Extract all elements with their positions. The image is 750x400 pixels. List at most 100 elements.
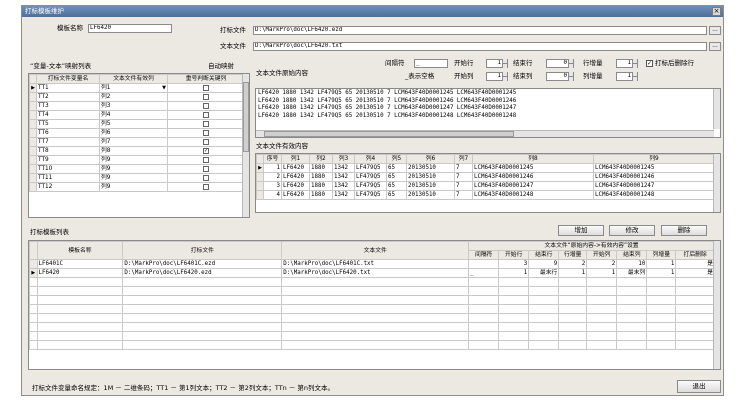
- valid-cell[interactable]: 65: [386, 190, 407, 200]
- row-indicator[interactable]: [29, 119, 37, 129]
- mapping-row[interactable]: TT10 列9: [29, 164, 245, 174]
- valid-cell[interactable]: LF479Q5: [354, 172, 387, 182]
- row-indicator[interactable]: [29, 110, 37, 120]
- valid-cell[interactable]: 1342: [332, 172, 355, 182]
- mapping-var-cell[interactable]: TT9: [36, 155, 100, 165]
- print-file-browse-button[interactable]: ...: [709, 26, 721, 35]
- valid-header-cell[interactable]: 列2: [309, 154, 333, 164]
- mapping-var-cell[interactable]: TT3: [36, 101, 100, 111]
- template-cell-sr[interactable]: 3: [498, 259, 530, 269]
- valid-row[interactable]: 3 LF6420 1880 1342 LF479Q5 65 20130510 7 LCM643F…: [256, 181, 715, 191]
- row-indicator[interactable]: [29, 259, 38, 269]
- row-inc-spinner[interactable]: [632, 59, 637, 68]
- mapping-key-cell[interactable]: [167, 182, 245, 192]
- tpl-header-print[interactable]: 打标文件: [122, 241, 283, 260]
- mapping-key-cell[interactable]: [167, 92, 245, 102]
- row-indicator[interactable]: ▶: [256, 163, 264, 173]
- valid-cell[interactable]: 1880: [309, 172, 333, 182]
- valid-row[interactable]: ▶ 1 LF6420 1880 1342 LF479Q5 65 20130510 7 LCM643…: [256, 163, 715, 173]
- raw-hscroll[interactable]: [256, 130, 714, 137]
- valid-cell[interactable]: 1: [263, 163, 282, 173]
- row-indicator[interactable]: [29, 173, 37, 183]
- mapping-key-cell[interactable]: ✓: [167, 146, 245, 156]
- mapping-var-cell[interactable]: TT10: [36, 164, 100, 174]
- key-checkbox[interactable]: ✓: [203, 147, 209, 154]
- end-col-spinner[interactable]: [568, 72, 573, 81]
- mapping-key-cell[interactable]: [167, 83, 245, 93]
- tpl-subheader-cell[interactable]: 行增量: [558, 250, 588, 260]
- raw-hscroll-thumb[interactable]: [264, 131, 514, 137]
- template-cell-print[interactable]: D:\MarkPro\doc\LF6420.ezd: [122, 268, 283, 278]
- raw-content-textbox[interactable]: LF6420 1880 1342 LF479Q5 65 20130510 7 L…: [255, 88, 721, 138]
- edit-button[interactable]: 修改: [609, 225, 655, 236]
- mapping-var-cell[interactable]: TT4: [36, 110, 100, 120]
- template-cell-ec[interactable]: 最末列: [616, 268, 648, 278]
- mapping-row[interactable]: TT3 列3: [29, 101, 245, 111]
- mapping-var-cell[interactable]: TT1: [36, 83, 100, 93]
- tpl-header-name[interactable]: 模板名称: [36, 241, 124, 260]
- template-cell-sc[interactable]: 2: [586, 259, 618, 269]
- valid-cell[interactable]: LCM643F40D0001246: [472, 172, 594, 182]
- template-cell-sep[interactable]: [468, 259, 500, 269]
- valid-cell[interactable]: LCM643F40D0001245: [593, 163, 715, 173]
- valid-cell[interactable]: LF6420: [281, 190, 310, 200]
- mapping-key-cell[interactable]: [167, 101, 245, 111]
- valid-row[interactable]: 4 LF6420 1880 1342 LF479Q5 65 20130510 7 LCM643F…: [256, 190, 715, 200]
- valid-cell[interactable]: 20130510: [406, 163, 455, 173]
- row-indicator[interactable]: [29, 182, 37, 192]
- key-checkbox[interactable]: [203, 165, 209, 172]
- valid-cell[interactable]: LCM643F40D0001246: [593, 172, 715, 182]
- mapping-header-key[interactable]: 重号判断关键列: [167, 74, 245, 84]
- mapping-col-cell[interactable]: 列8: [99, 146, 168, 156]
- valid-cell[interactable]: 1342: [332, 190, 355, 200]
- valid-cell[interactable]: 65: [386, 181, 407, 191]
- key-checkbox[interactable]: [203, 138, 209, 145]
- valid-header-cell[interactable]: 列1: [281, 154, 310, 164]
- valid-vscroll[interactable]: [713, 154, 720, 212]
- col-inc-spinner[interactable]: [632, 72, 637, 81]
- template-cell-del[interactable]: 是: [675, 259, 715, 269]
- valid-cell[interactable]: LCM643F40D0001248: [472, 190, 594, 200]
- text-file-input[interactable]: D:\MarkPro\doc\LF6420.txt: [253, 42, 707, 51]
- delete-button[interactable]: 删除: [661, 225, 707, 236]
- mapping-row[interactable]: TT2 列2: [29, 92, 245, 102]
- template-row[interactable]: LF6401C D:\MarkPro\doc\LF6401C.ezd D:\Mark…: [29, 259, 715, 269]
- mapping-row[interactable]: TT9 列9: [29, 155, 245, 165]
- mapping-col-cell[interactable]: 列9: [99, 182, 168, 192]
- tpl-subheader-cell[interactable]: 列增量: [646, 250, 677, 260]
- print-file-input[interactable]: D:\MarkPro\doc\LF6420.ezd: [253, 26, 707, 35]
- mapping-col-cell[interactable]: 列6: [99, 128, 168, 138]
- mapping-col-cell[interactable]: 列7: [99, 137, 168, 147]
- row-indicator[interactable]: [29, 155, 37, 165]
- valid-cell[interactable]: 20130510: [406, 190, 455, 200]
- mapping-key-cell[interactable]: [167, 110, 245, 120]
- mapping-var-cell[interactable]: TT7: [36, 137, 100, 147]
- tpl-subheader-cell[interactable]: 间隔符: [468, 250, 500, 260]
- valid-header-cell[interactable]: 列5: [386, 154, 407, 164]
- template-cell-ci[interactable]: 1: [646, 268, 677, 278]
- key-checkbox[interactable]: [203, 129, 209, 136]
- valid-cell[interactable]: 4: [263, 190, 282, 200]
- mapping-col-cell[interactable]: 列9: [99, 155, 168, 165]
- template-cell-sc[interactable]: 1: [586, 268, 618, 278]
- valid-cell[interactable]: LCM643F40D0001247: [593, 181, 715, 191]
- mapping-row[interactable]: TT4 列4: [29, 110, 245, 120]
- tpl-subheader-cell[interactable]: 结束列: [616, 250, 648, 260]
- valid-cell[interactable]: LF479Q5: [354, 163, 387, 173]
- template-cell-er[interactable]: 最末行: [528, 268, 560, 278]
- mapping-var-cell[interactable]: TT2: [36, 92, 100, 102]
- valid-row[interactable]: 2 LF6420 1880 1342 LF479Q5 65 20130510 7 LCM643F…: [256, 172, 715, 182]
- valid-header-cell[interactable]: 列6: [406, 154, 455, 164]
- mapping-vscroll[interactable]: [242, 74, 249, 217]
- valid-cell[interactable]: LF6420: [281, 163, 310, 173]
- mapping-key-cell[interactable]: [167, 128, 245, 138]
- start-col-spinner[interactable]: [502, 72, 507, 81]
- template-cell-name[interactable]: LF6401C: [36, 259, 124, 269]
- valid-header-cell[interactable]: 序号: [263, 154, 282, 164]
- mapping-var-cell[interactable]: TT6: [36, 128, 100, 138]
- key-checkbox[interactable]: [203, 183, 209, 190]
- mapping-col-cell[interactable]: 列5: [99, 119, 168, 129]
- mapping-var-cell[interactable]: TT5: [36, 119, 100, 129]
- valid-cell[interactable]: 20130510: [406, 181, 455, 191]
- valid-cell[interactable]: LCM643F40D0001245: [472, 163, 594, 173]
